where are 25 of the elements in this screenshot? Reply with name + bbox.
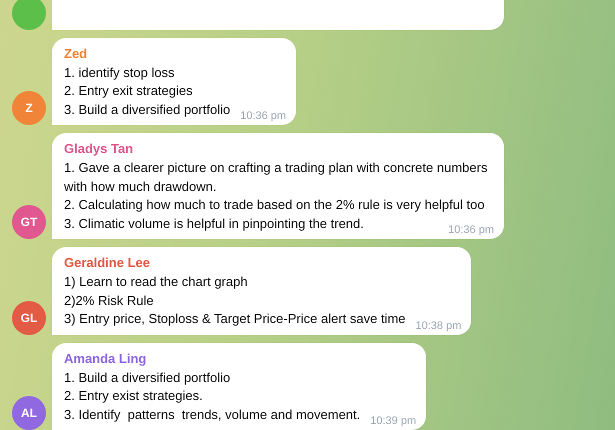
message-text: 3. Build a diversified portfolio [64, 100, 230, 119]
sender-name[interactable]: Gladys Tan [64, 139, 494, 159]
message-text: 3. Climatic volume is helpful in pinpointing the trend. [64, 214, 364, 233]
message-text: 1. Gave a clearer picture on crafting a trading plan with concrete numbers with how much drawdown. [64, 159, 488, 196]
message-text: 1) Learn to read the chart graph [64, 273, 249, 291]
message-text: 2. Entry exit strategies [64, 82, 194, 100]
message-text: 3) Entry price, Stoploss & Target Price-Price alert save time [64, 310, 406, 328]
sender-name[interactable]: Zed [64, 44, 286, 64]
avatar[interactable] [12, 0, 46, 30]
message-text: 1. identify stop loss [64, 64, 176, 82]
message-time: 10:38 pm [416, 320, 462, 332]
avatar[interactable]: GT [12, 205, 46, 239]
sender-name[interactable]: Amanda Ling [64, 348, 416, 368]
avatar[interactable]: AL [12, 396, 46, 430]
message-text: 2)2% Risk Rule [64, 292, 155, 310]
message-text: 2. Calculating how much to trade based on the 2% rule is very helpful too [64, 196, 486, 214]
avatar[interactable]: Z [12, 91, 46, 125]
avatar[interactable]: GL [12, 300, 46, 334]
message-text: 2. Entry exist strategies. [64, 387, 204, 405]
sender-name[interactable]: Geraldine Lee [64, 253, 462, 273]
message-time: 10:36 pm [448, 224, 494, 236]
message-time: 10:39 pm [370, 415, 416, 427]
message-text: 3. Identify patterns trends, volume and movement. [64, 406, 360, 424]
message-time: 10:36 pm [240, 110, 286, 122]
message-text: 1. Build a diversified portfolio [64, 368, 232, 387]
